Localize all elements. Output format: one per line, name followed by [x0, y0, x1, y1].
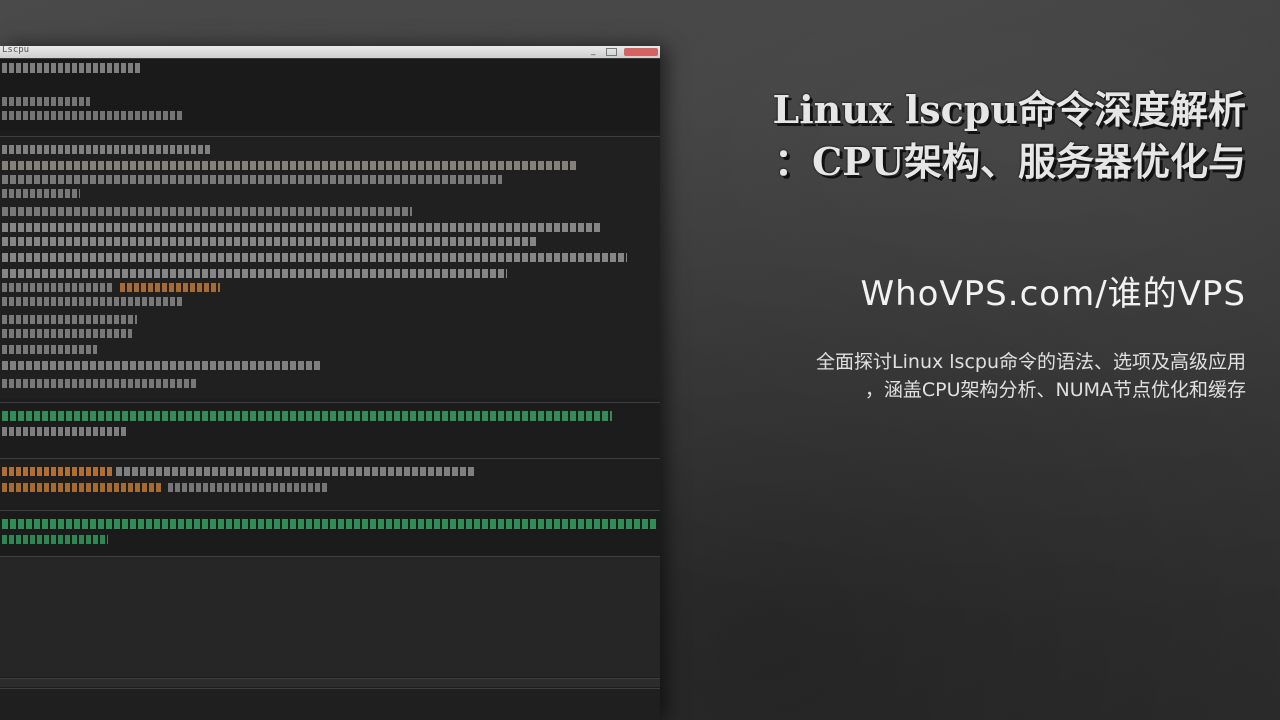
terminal-pane	[0, 688, 660, 720]
headline-line: ：CPU架构、服务器优化与	[774, 139, 1246, 184]
garbled-text-line	[2, 483, 162, 492]
garbled-text-line	[2, 63, 142, 73]
garbled-text-line	[2, 315, 137, 324]
garbled-text-line	[2, 207, 412, 216]
garbled-text-line	[2, 467, 112, 476]
garbled-text-line	[2, 379, 197, 388]
garbled-text-line	[2, 361, 322, 370]
garbled-text-line	[2, 237, 537, 246]
terminal-pane	[0, 402, 660, 455]
thumbnail-canvas: Lscpu _ Linux lscpu命令深度解析 ：CPU架构、服务器优化与 …	[0, 0, 1280, 720]
garbled-text-line	[2, 427, 127, 436]
description-line: 全面探讨Linux lscpu命令的语法、选项及高级应用	[816, 351, 1246, 373]
garbled-text-line	[2, 283, 112, 292]
description: 全面探讨Linux lscpu命令的语法、选项及高级应用 ，涵盖CPU架构分析、…	[686, 348, 1246, 404]
terminal-pane	[0, 510, 660, 555]
garbled-text-line	[2, 161, 577, 170]
site-name: WhoVPS.com/谁的VPS	[860, 274, 1246, 314]
terminal-window: Lscpu _	[0, 46, 660, 720]
terminal-pane	[0, 458, 660, 509]
garbled-text-line	[2, 175, 502, 184]
terminal-pane	[0, 136, 660, 399]
garbled-text-line	[2, 411, 612, 421]
description-line: ，涵盖CPU架构分析、NUMA节点优化和缓存	[864, 379, 1246, 401]
maximize-icon	[606, 48, 617, 56]
garbled-text-line	[2, 329, 132, 338]
garbled-text-line	[2, 345, 97, 354]
garbled-text-line	[2, 111, 182, 120]
terminal-pane	[0, 58, 660, 131]
garbled-text-line	[2, 535, 108, 544]
minimize-icon: _	[591, 46, 596, 56]
garbled-text-line	[2, 253, 627, 262]
garbled-text-line	[2, 297, 182, 306]
garbled-text-line	[116, 467, 476, 476]
headline: Linux lscpu命令深度解析 ：CPU架构、服务器优化与	[706, 84, 1246, 188]
terminal-title: Lscpu	[2, 46, 30, 55]
garbled-text-line	[2, 189, 80, 198]
terminal-pane	[0, 556, 660, 677]
headline-line: Linux lscpu命令深度解析	[772, 87, 1246, 132]
garbled-text-line	[168, 483, 328, 492]
garbled-text-line	[2, 519, 657, 529]
garbled-text-line	[2, 97, 90, 106]
garbled-text-line	[2, 223, 602, 232]
garbled-text-line	[2, 145, 212, 154]
garbled-text-line	[120, 283, 220, 292]
terminal-pane	[0, 678, 660, 687]
close-icon	[624, 48, 658, 56]
garbled-text-line	[2, 269, 507, 278]
